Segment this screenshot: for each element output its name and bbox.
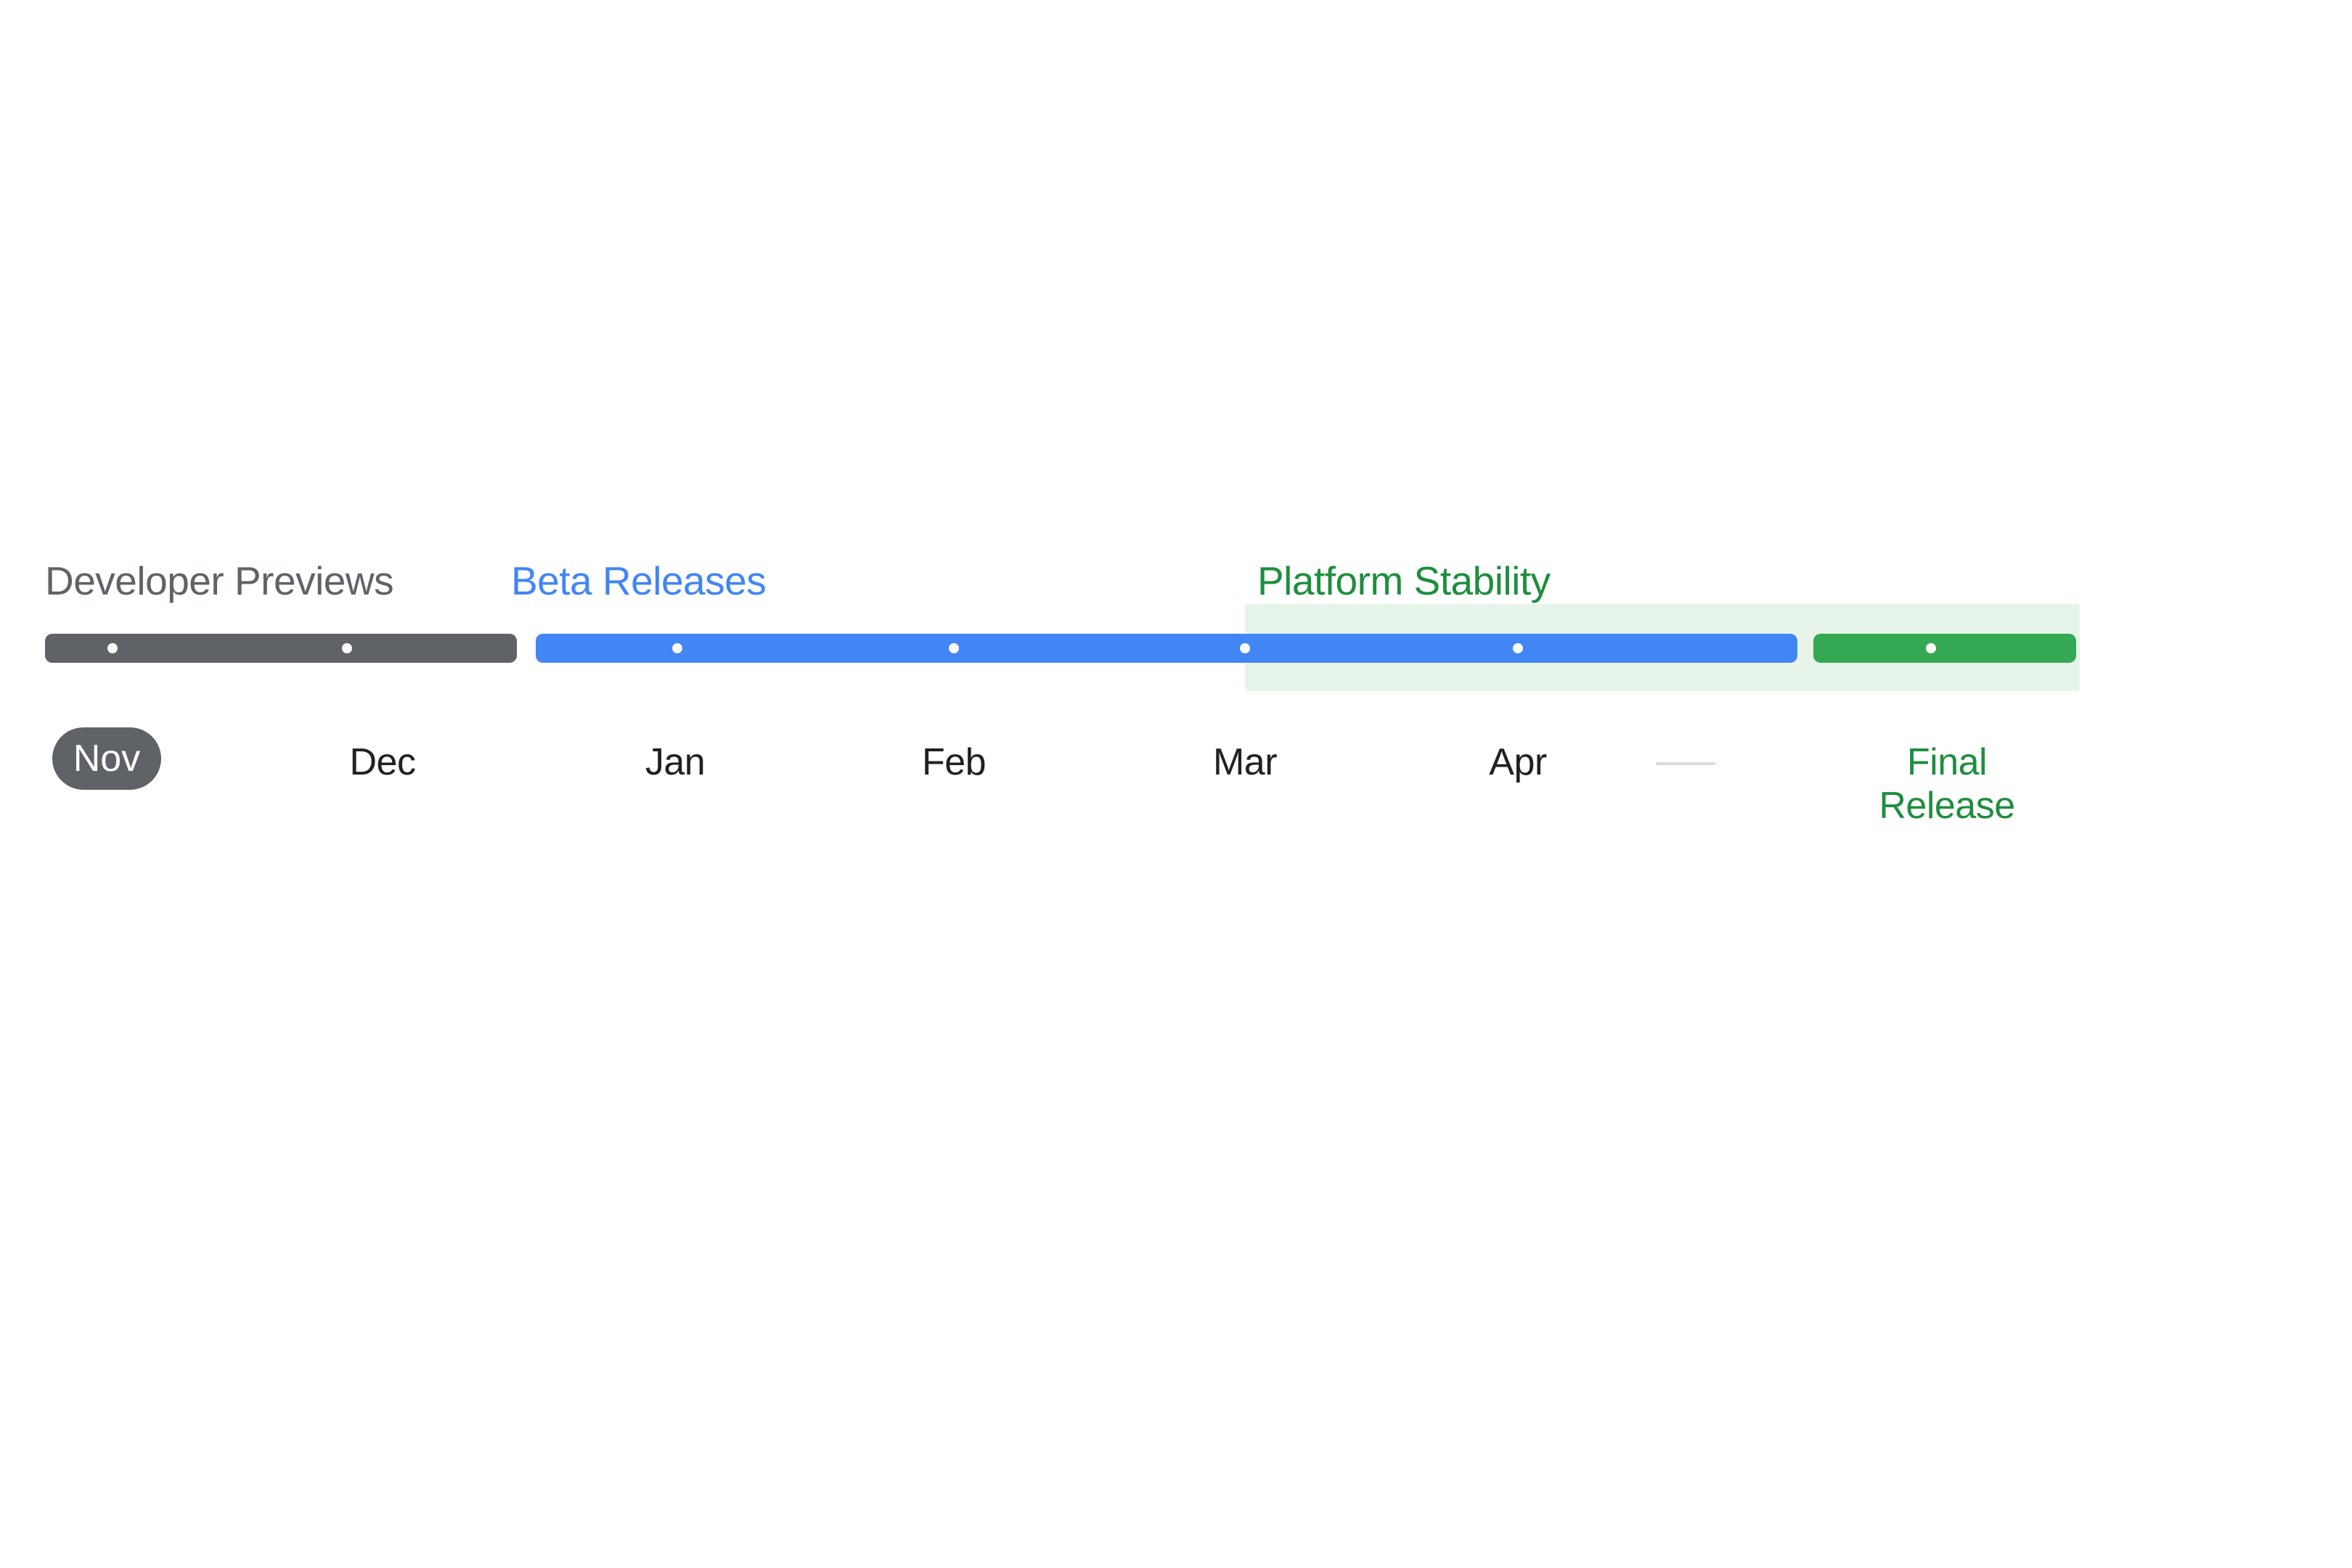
timeline-track <box>45 623 2078 710</box>
month-mar: Mar <box>1213 740 1277 784</box>
month-jan: Jan <box>645 740 705 784</box>
milestone-dot-icon <box>342 643 352 653</box>
final-release-bar <box>1813 634 2076 663</box>
final-release-label: Final Release <box>1879 740 2014 828</box>
month-nov: Nov <box>52 727 161 790</box>
beta-releases-title: Beta Releases <box>511 558 766 604</box>
milestone-dot-icon <box>949 643 959 653</box>
platform-stability-title: Platform Stability <box>1257 558 1551 604</box>
beta-releases-bar <box>536 634 1797 663</box>
month-apr: Apr <box>1489 740 1546 784</box>
milestone-dot-icon <box>672 643 682 653</box>
timeline-gap-dash <box>1656 762 1715 765</box>
developer-previews-title: Developer Previews <box>45 558 393 604</box>
release-timeline: Developer Previews Beta Releases Platfor… <box>45 558 2078 828</box>
timeline-labels: NovDecJanFebMarAprFinal Release <box>45 740 2078 828</box>
month-feb: Feb <box>922 740 986 784</box>
milestone-dot-icon <box>1240 643 1250 653</box>
milestone-dot-icon <box>107 643 118 653</box>
month-dec: Dec <box>350 740 416 784</box>
milestone-dot-icon <box>1926 643 1936 653</box>
milestone-dot-icon <box>1513 643 1523 653</box>
